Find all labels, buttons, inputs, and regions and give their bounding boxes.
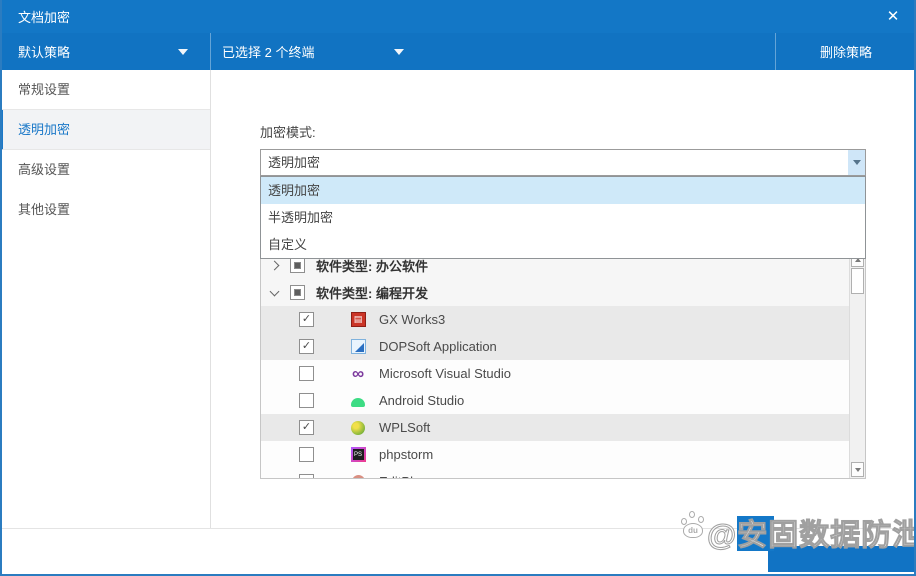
tree-row-editplus[interactable]: EditPlus (261, 468, 849, 478)
main-content: 加密模式: 透明加密 透明加密 半透明加密 自定义 软件类型: 办公软件 软件类… (211, 70, 914, 528)
scrollbar-thumb[interactable] (851, 268, 864, 294)
gx-works3-icon: ▤ (350, 312, 366, 328)
tree-scrollbar[interactable] (849, 252, 865, 478)
phpstorm-icon: PS (350, 447, 366, 463)
scroll-down-icon[interactable] (851, 462, 864, 477)
tree-row-android-studio[interactable]: Android Studio (261, 387, 849, 414)
check-icon: ✓ (301, 313, 312, 325)
sidebar-item-other[interactable]: 其他设置 (2, 190, 210, 230)
chevron-down-icon (178, 49, 188, 55)
close-icon[interactable]: ✕ (882, 6, 904, 28)
policy-dropdown[interactable]: 默认策略 (2, 33, 211, 70)
tree-group-label: 软件类型: 编程开发 (316, 286, 428, 301)
tree-row-phpstorm[interactable]: PS phpstorm (261, 441, 849, 468)
app-label: Microsoft Visual Studio (379, 366, 511, 381)
tristate-checkbox[interactable] (290, 285, 305, 300)
chevron-down-icon (852, 160, 861, 165)
app-label: WPLSoft (379, 420, 431, 435)
tree-row-wplsoft[interactable]: ✓ WPLSoft (261, 414, 849, 441)
combobox-dropdown-button[interactable] (848, 150, 865, 175)
app-label: GX Works3 (379, 312, 446, 327)
toolbar: 默认策略 已选择 2 个终端 删除策略 (2, 33, 914, 70)
encrypt-mode-dropdown-list: 透明加密 半透明加密 自定义 (260, 176, 866, 259)
app-label: DOPSoft Application (379, 339, 497, 354)
checkbox-unchecked[interactable] (299, 366, 314, 381)
encrypt-mode-label: 加密模式: (260, 125, 316, 140)
visual-studio-icon: ∞ (351, 363, 365, 383)
window-title: 文档加密 (18, 10, 71, 25)
tree-row-visual-studio[interactable]: ∞ Microsoft Visual Studio (261, 360, 849, 387)
terminal-dropdown[interactable]: 已选择 2 个终端 (211, 33, 776, 70)
checkbox-unchecked[interactable] (299, 474, 314, 478)
wplsoft-icon (350, 420, 366, 436)
combobox-value: 透明加密 (268, 155, 321, 170)
software-tree: 软件类型: 办公软件 软件类型: 编程开发 ✓ ▤ GX Works3 ✓ DO… (260, 251, 866, 479)
watermark-text: @安固数据防泄密 (706, 519, 914, 553)
tree-group-programming-dev[interactable]: 软件类型: 编程开发 (261, 279, 849, 306)
app-label: EditPlus (379, 474, 427, 478)
delete-policy-label: 删除策略 (819, 45, 872, 60)
dopsoft-icon (350, 339, 366, 355)
policy-dropdown-label: 默认策略 (18, 45, 71, 60)
dropdown-option-semi-transparent[interactable]: 半透明加密 (261, 204, 865, 231)
checkbox-checked[interactable]: ✓ (299, 420, 314, 435)
tree-row-gx-works3[interactable]: ✓ ▤ GX Works3 (261, 306, 849, 333)
checkbox-unchecked[interactable] (299, 447, 314, 462)
document-encryption-window: 文档加密 ✕ 默认策略 已选择 2 个终端 删除策略 常规设置 透明加密 高级设… (0, 0, 916, 576)
chevron-down-icon (394, 49, 404, 55)
dropdown-option-custom[interactable]: 自定义 (261, 231, 865, 258)
checkbox-checked[interactable]: ✓ (299, 339, 314, 354)
android-studio-icon (350, 393, 366, 409)
chevron-right-icon[interactable] (269, 260, 280, 271)
check-icon: ✓ (301, 421, 312, 433)
sidebar-item-advanced[interactable]: 高级设置 (2, 150, 210, 190)
checkbox-checked[interactable]: ✓ (299, 312, 314, 327)
check-icon: ✓ (301, 340, 312, 352)
titlebar: 文档加密 ✕ (2, 0, 914, 33)
settings-sidebar: 常规设置 透明加密 高级设置 其他设置 (2, 70, 211, 528)
checkbox-unchecked[interactable] (299, 393, 314, 408)
encrypt-mode-combobox[interactable]: 透明加密 (260, 149, 866, 176)
dropdown-option-transparent[interactable]: 透明加密 (261, 177, 865, 204)
sidebar-item-general[interactable]: 常规设置 (2, 70, 210, 110)
tree-row-dopsoft[interactable]: ✓ DOPSoft Application (261, 333, 849, 360)
app-label: phpstorm (379, 447, 434, 462)
paw-icon: du (681, 511, 709, 541)
sidebar-item-transparent-encryption[interactable]: 透明加密 (2, 110, 210, 150)
delete-policy-button[interactable]: 删除策略 (776, 33, 914, 70)
tristate-checkbox[interactable] (290, 258, 305, 273)
chevron-down-icon[interactable] (269, 286, 280, 296)
terminal-dropdown-label: 已选择 2 个终端 (222, 45, 315, 60)
editplus-icon (350, 474, 366, 478)
app-label: Android Studio (379, 393, 465, 408)
